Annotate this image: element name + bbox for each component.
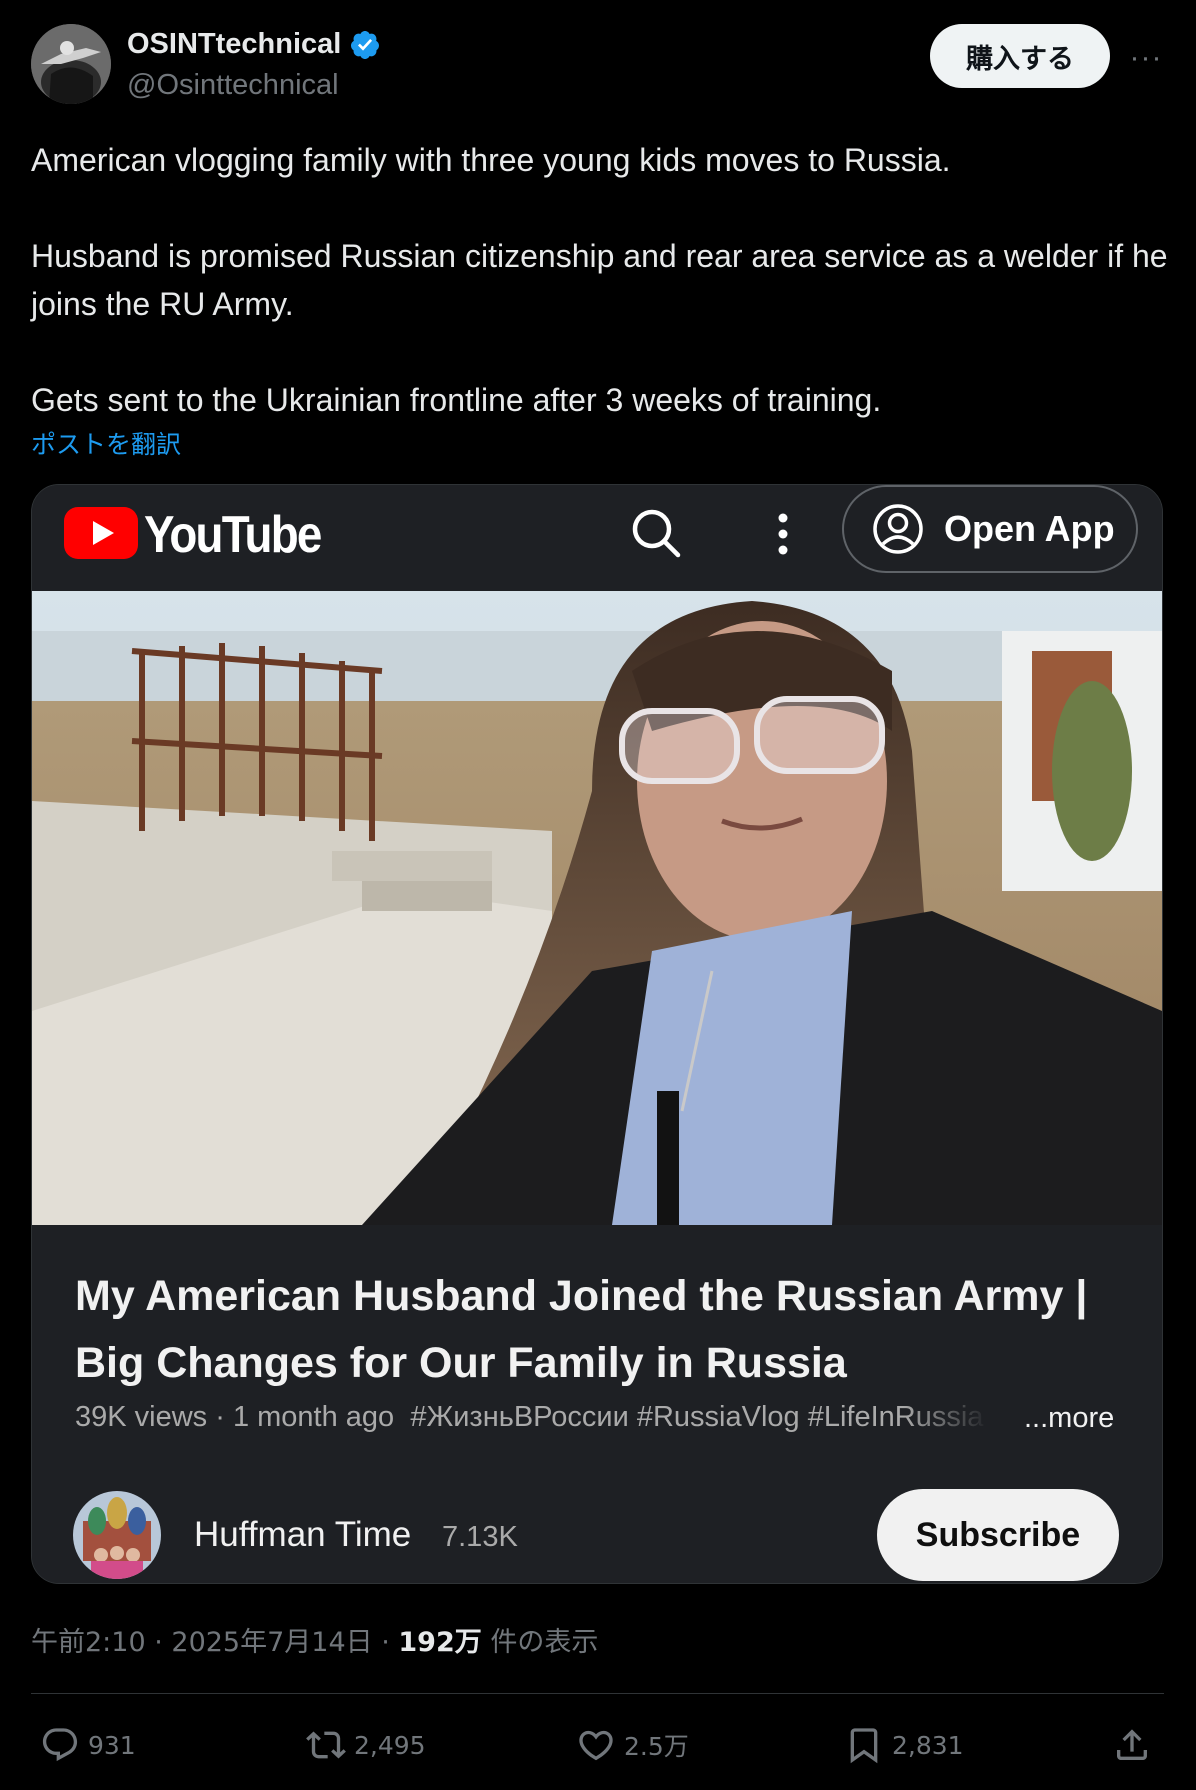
- author-handle[interactable]: @Osinttechnical: [127, 69, 339, 102]
- share-icon: [1117, 1729, 1147, 1760]
- youtube-embed-card[interactable]: YouTube Open App My American Husband Joi…: [31, 484, 1163, 1584]
- post-paragraph: Husband is promised Russian citizenship …: [31, 238, 1168, 322]
- post-timestamp: 午前2:10 · 2025年7月14日 · 192万 件の表示: [31, 1627, 599, 1658]
- more-options-icon[interactable]: ···: [1128, 40, 1164, 76]
- author-display-name[interactable]: OSINTtechnical: [127, 28, 341, 61]
- youtube-header: YouTube Open App: [32, 485, 1162, 591]
- repost-icon: [306, 1731, 346, 1759]
- video-thumbnail[interactable]: [32, 591, 1162, 1225]
- channel-subscriber-count: 7.13K: [442, 1521, 518, 1553]
- video-info: My American Husband Joined the Russian A…: [32, 1225, 1162, 1583]
- repost-button[interactable]: 2,495: [306, 1718, 426, 1772]
- like-count: 2.5万: [624, 1732, 689, 1761]
- reply-icon: [42, 1728, 78, 1762]
- view-count: 39K views: [75, 1401, 208, 1433]
- action-bar: 931 2,495 2.5万 2,831: [0, 1718, 1196, 1772]
- buy-button[interactable]: 購入する: [930, 24, 1110, 88]
- channel-name[interactable]: Huffman Time: [194, 1515, 411, 1555]
- search-icon[interactable]: [630, 507, 682, 559]
- heart-icon: [579, 1730, 613, 1761]
- youtube-wordmark: YouTube: [144, 506, 322, 564]
- post-paragraph: American vlogging family with three youn…: [31, 142, 951, 178]
- like-button[interactable]: 2.5万: [576, 1718, 689, 1772]
- view-count-value: 192万: [398, 1627, 482, 1658]
- more-description-link[interactable]: ...more: [1024, 1402, 1114, 1435]
- youtube-logo-icon[interactable]: [64, 507, 138, 559]
- divider: [31, 1693, 1164, 1694]
- post-date[interactable]: 2025年7月14日: [171, 1627, 372, 1658]
- bookmark-button[interactable]: 2,831: [844, 1718, 964, 1772]
- open-app-button[interactable]: Open App: [842, 485, 1138, 573]
- post-paragraph: Gets sent to the Ukrainian frontline aft…: [31, 382, 882, 418]
- share-button[interactable]: [1112, 1718, 1152, 1772]
- upload-age: 1 month ago: [232, 1401, 395, 1433]
- verified-badge-icon: [350, 31, 379, 59]
- video-meta: 39K views · 1 month ago #ЖизньВРоссии #R…: [75, 1401, 990, 1434]
- video-hashtags[interactable]: #ЖизньВРоссии #RussiaVlog #LifeInRussia: [410, 1401, 990, 1434]
- subscribe-button[interactable]: Subscribe: [877, 1489, 1119, 1581]
- post: OSINTtechnical @Osinttechnical 購入する ··· …: [0, 0, 1196, 1790]
- kebab-menu-icon[interactable]: [768, 511, 798, 557]
- bookmark-icon: [850, 1728, 878, 1764]
- view-count-suffix: 件の表示: [481, 1627, 599, 1658]
- translate-post-link[interactable]: ポストを翻訳: [31, 425, 181, 461]
- reply-button[interactable]: 931: [40, 1718, 136, 1772]
- post-text: American vlogging family with three youn…: [31, 136, 1171, 424]
- video-title[interactable]: My American Husband Joined the Russian A…: [75, 1263, 1115, 1397]
- bookmark-count: 2,831: [892, 1730, 964, 1760]
- account-icon: [873, 504, 923, 554]
- post-time[interactable]: 午前2:10: [31, 1627, 146, 1658]
- reply-count: 931: [88, 1730, 136, 1760]
- channel-avatar[interactable]: [73, 1491, 161, 1579]
- author-avatar[interactable]: [31, 24, 111, 104]
- repost-count: 2,495: [354, 1730, 426, 1760]
- open-app-label: Open App: [944, 508, 1115, 549]
